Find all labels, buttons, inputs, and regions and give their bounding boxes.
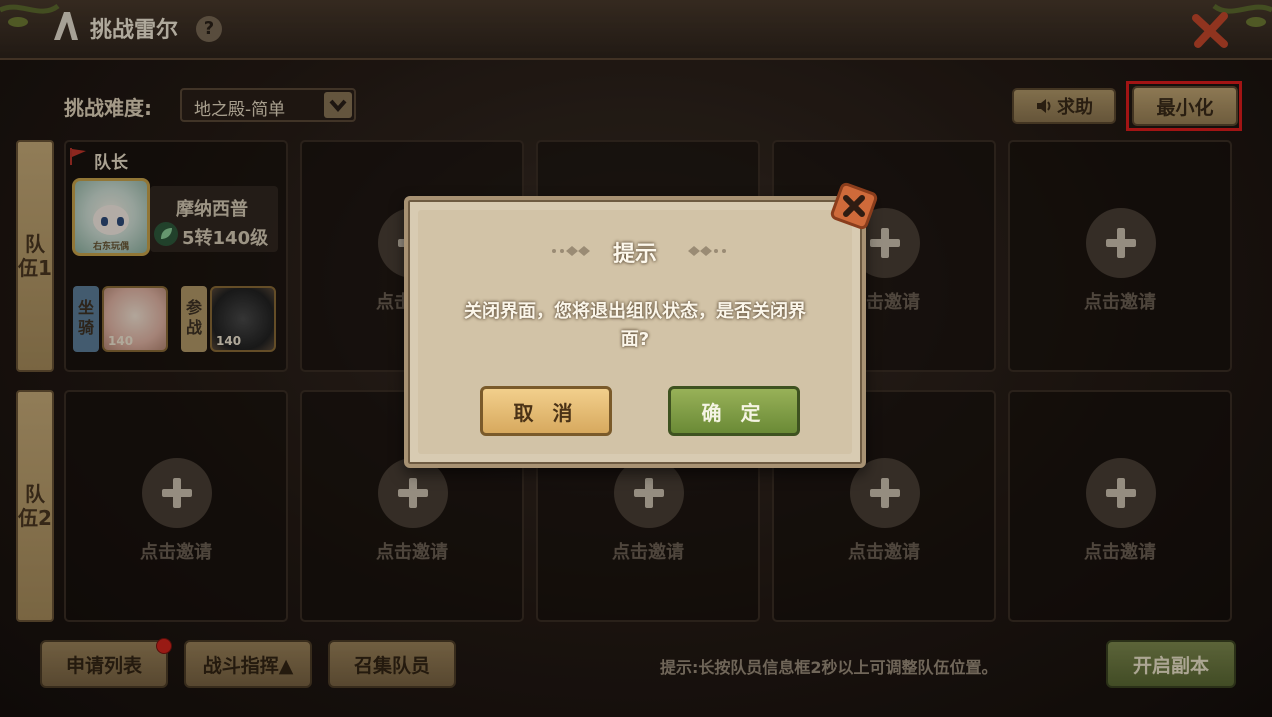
dialog-title: 提示	[612, 242, 657, 267]
game-window: 挑战雷尔 ? 挑战难度: 地之殿-简单 求助 最小化 队伍1 队伍2 队长 右东…	[0, 0, 1272, 717]
confirm-dialog: 提示 关闭界面，您将退出组队状态，是否关闭界面? 取 消 确 定	[404, 196, 866, 468]
cancel-button[interactable]: 取 消	[480, 386, 612, 436]
confirm-button[interactable]: 确 定	[668, 386, 800, 436]
ornament-icon	[688, 246, 726, 256]
dialog-message: 关闭界面，您将退出组队状态，是否关闭界面?	[464, 301, 806, 350]
dialog-close-icon[interactable]	[828, 180, 880, 232]
